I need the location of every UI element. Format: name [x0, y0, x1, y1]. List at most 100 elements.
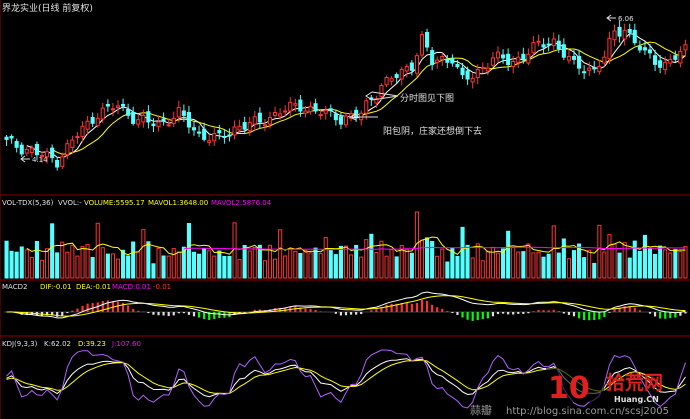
macd-extra-value: -0.01: [153, 283, 171, 291]
volume-bar: [186, 223, 191, 279]
candle-body: [75, 136, 80, 138]
candle-body: [34, 144, 40, 156]
volume-bar: [252, 247, 257, 279]
volume-bar: [343, 245, 348, 279]
candle-body: [490, 57, 495, 66]
candle-body: [338, 116, 343, 125]
volume-bar: [45, 248, 50, 279]
candle-body: [161, 118, 166, 122]
volume-bar: [470, 257, 475, 279]
volume-bar: [460, 226, 465, 279]
candle-body: [323, 109, 328, 114]
candle-body: [95, 117, 100, 127]
candle-body: [328, 108, 333, 111]
volume-bar: [242, 245, 247, 279]
candle-body: [176, 106, 181, 118]
candle-body: [475, 69, 480, 78]
candle-body: [430, 50, 435, 65]
volume-bar: [262, 260, 267, 279]
volume-bar: [354, 244, 359, 279]
volume-bar: [516, 251, 521, 279]
volume-bar: [197, 253, 202, 279]
candle-body: [561, 44, 566, 58]
volume-bar: [475, 243, 480, 279]
candle-body: [343, 115, 348, 126]
volume-bar: [379, 240, 384, 279]
candle-body: [612, 30, 617, 41]
macd-label: MACD2: [2, 283, 27, 291]
candle-body: [546, 43, 551, 46]
volume-bar: [141, 229, 146, 279]
candle-body: [683, 44, 688, 51]
volume-bar: [34, 241, 40, 279]
volume-bar: [440, 248, 445, 279]
candle-body: [60, 156, 65, 167]
candle-body: [551, 38, 556, 46]
candle-body: [582, 71, 587, 74]
candle-body: [273, 112, 278, 116]
candle-body: [181, 110, 186, 116]
volume-value: VOLUME:5595.17: [84, 199, 145, 207]
volume-bar: [4, 240, 9, 279]
volume-bar: [60, 241, 65, 279]
candle-body: [85, 120, 90, 130]
candle-body: [668, 58, 673, 64]
candle-body: [531, 42, 536, 54]
volume-bar: [105, 253, 110, 279]
volume-bar: [561, 238, 566, 279]
chart-title: 界龙实业(日线 前复权): [2, 2, 93, 14]
candle-body: [511, 61, 516, 68]
candle-body: [308, 106, 313, 113]
candle-body: [364, 100, 369, 114]
candle-body: [146, 111, 151, 123]
logo-number: 10: [548, 371, 590, 406]
candle-body: [252, 116, 257, 125]
candle-body: [65, 143, 70, 156]
volume-bar: [115, 258, 121, 279]
vvol-label: VVOL:-: [58, 199, 82, 207]
candle-body: [607, 37, 612, 60]
candle-body: [394, 74, 399, 78]
candle-body: [141, 114, 146, 123]
candle-body: [445, 58, 450, 63]
candle-body: [425, 32, 430, 48]
volume-bar: [166, 255, 171, 279]
candle-body: [242, 122, 247, 130]
candle-body: [566, 56, 572, 61]
candle-body: [495, 51, 500, 59]
candle-body: [399, 69, 404, 80]
volume-bar: [65, 251, 70, 279]
volume-bar: [151, 263, 156, 279]
note-engulfing: 阳包阴，庄家还想倒下去: [383, 125, 482, 137]
candle-body: [313, 103, 318, 112]
candle-body: [29, 147, 34, 154]
volume-bar: [14, 251, 19, 279]
candle-body: [673, 55, 678, 60]
candle-body: [237, 125, 242, 131]
mavol1-value: MAVOL1:3648.00: [148, 199, 208, 207]
vol-panel-header: VOL-TDX(5,36) VVOL:- VOLUME:5595.17 MAVO…: [2, 199, 272, 207]
candle-body: [207, 140, 212, 143]
volume-bar: [136, 251, 141, 279]
volume-bar: [273, 258, 278, 279]
candle-body: [212, 133, 217, 142]
k-value: K:62.02: [44, 340, 71, 348]
volume-bar: [303, 249, 308, 279]
volume-bar: [571, 250, 577, 279]
candle-body: [571, 56, 577, 60]
candle-body: [151, 123, 156, 127]
volume-bar: [298, 253, 303, 279]
volume-bar: [546, 253, 551, 279]
volume-bar: [592, 262, 597, 279]
volume-bar: [435, 255, 440, 279]
volume-bar: [171, 248, 176, 279]
stock-chart: 界龙实业(日线 前复权) 6.06 4.14 分时图见下图 阳包阴，庄家还想倒下…: [0, 0, 690, 419]
candle-body: [419, 34, 424, 56]
candle-body: [440, 56, 445, 60]
volume-bar: [278, 229, 283, 279]
volume-bar: [455, 255, 460, 279]
kdj-label: KDJ(9,3,3): [2, 340, 38, 348]
volume-bar: [374, 252, 379, 279]
candle-body: [480, 66, 485, 69]
volume-bar: [323, 237, 328, 279]
